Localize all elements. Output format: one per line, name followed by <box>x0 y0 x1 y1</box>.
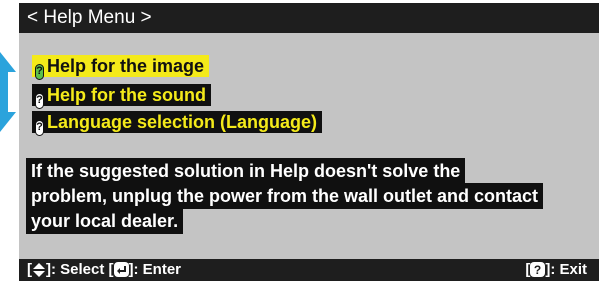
menu-item-label: Help for the sound <box>47 85 206 105</box>
menu-item-help-image[interactable]: ? Help for the image <box>32 55 210 80</box>
help-text-line: If the suggested solution in Help doesn'… <box>26 158 466 184</box>
help-question-icon: ? <box>35 64 44 80</box>
help-question-icon: ? <box>35 93 44 109</box>
help-menu-window: < Help Menu > ? Help for the image ? Help … <box>19 3 599 281</box>
footer-bar: []: Select []: Enter [?]: Exit <box>19 259 599 281</box>
enter-key-icon <box>113 262 129 277</box>
menu-item-language-selection[interactable]: ? Language selection (Language) <box>32 111 323 136</box>
svg-text:?: ? <box>534 263 541 277</box>
help-text-line: problem, unplug the power from the wall … <box>26 183 544 209</box>
footer-select-label: ]: Select [ <box>46 261 114 278</box>
footer-exit: [?]: Exit <box>525 259 587 281</box>
footer-controls: []: Select []: Enter <box>27 259 181 281</box>
updown-nav-arrow-icon <box>0 52 16 132</box>
footer-exit-label: ]: Exit <box>545 261 587 278</box>
help-text-line: your local dealer. <box>26 208 184 234</box>
menu-item-label: Language selection (Language) <box>47 112 318 132</box>
menu-item-label: Help for the image <box>47 56 205 76</box>
updown-key-icon <box>33 263 45 277</box>
footer-enter-label: ]: Enter <box>128 261 182 278</box>
help-menu-title: < Help Menu > <box>19 3 599 33</box>
question-key-icon: ? <box>530 262 546 277</box>
help-question-icon: ? <box>35 120 44 136</box>
menu-item-help-sound[interactable]: ? Help for the sound <box>32 84 211 109</box>
